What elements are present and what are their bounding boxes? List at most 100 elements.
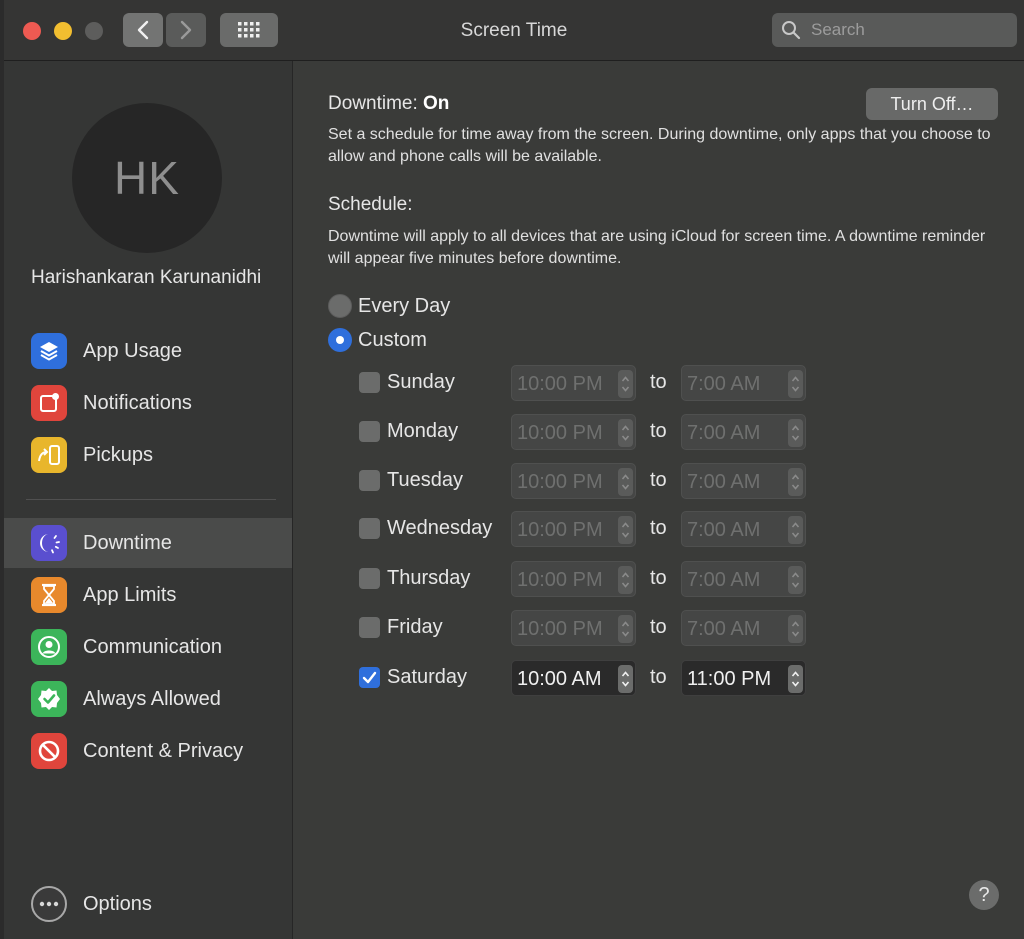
sidebar-item-app-limits[interactable]: App Limits (4, 570, 292, 620)
end-time-stepper[interactable] (788, 566, 803, 594)
sidebar-divider (26, 499, 276, 500)
end-time-value: 7:00 AM (687, 422, 761, 444)
help-button[interactable]: ? (969, 880, 999, 910)
to-label: to (650, 517, 667, 539)
day-label: Tuesday (387, 469, 463, 491)
start-time-field[interactable]: 10:00 PM (511, 511, 636, 547)
start-time-stepper[interactable] (618, 566, 633, 594)
day-row-tuesday: Tuesday 10:00 PM to 7:00 AM (293, 463, 1024, 499)
every-day-radio[interactable] (328, 294, 352, 318)
search-icon (782, 21, 801, 40)
start-time-value: 10:00 PM (517, 569, 603, 591)
day-label: Wednesday (387, 517, 493, 539)
end-time-stepper[interactable] (788, 665, 803, 693)
day-label: Friday (387, 616, 443, 638)
sidebar-item-notifications[interactable]: Notifications (4, 378, 292, 428)
sidebar-item-label: Content & Privacy (83, 739, 244, 762)
sidebar-item-app-usage[interactable]: App Usage (4, 326, 292, 376)
end-time-value: 7:00 AM (687, 618, 761, 640)
end-time-stepper[interactable] (788, 370, 803, 398)
back-button[interactable] (123, 13, 163, 47)
schedule-description: Downtime will apply to all devices that … (328, 228, 986, 267)
sidebar-item-label: Always Allowed (83, 687, 221, 710)
options-label: Options (83, 892, 152, 915)
day-row-saturday: Saturday 10:00 AM to 11:00 PM (293, 660, 1024, 696)
end-time-field[interactable]: 7:00 AM (681, 463, 806, 499)
start-time-value: 10:00 PM (517, 471, 603, 493)
end-time-stepper[interactable] (788, 468, 803, 496)
pickup-icon (31, 437, 67, 473)
titlebar: Screen Time (4, 0, 1024, 61)
end-time-field[interactable]: 7:00 AM (681, 414, 806, 450)
start-time-field[interactable]: 10:00 PM (511, 414, 636, 450)
end-time-field[interactable]: 11:00 PM (681, 660, 806, 696)
day-checkbox[interactable] (359, 617, 380, 638)
start-time-value: 10:00 AM (517, 668, 602, 690)
sidebar-item-label: Communication (83, 635, 222, 658)
start-time-value: 10:00 PM (517, 519, 603, 541)
end-time-field[interactable]: 7:00 AM (681, 561, 806, 597)
notification-icon (31, 385, 67, 421)
custom-radio[interactable] (328, 328, 352, 352)
sidebar-item-always-allowed[interactable]: Always Allowed (4, 674, 292, 724)
day-checkbox[interactable] (359, 372, 380, 393)
to-label: to (650, 420, 667, 442)
downtime-icon (31, 525, 67, 561)
sidebar: HK Harishankaran Karunanidhi App Usage N… (4, 61, 293, 939)
start-time-stepper[interactable] (618, 419, 633, 447)
start-time-field[interactable]: 10:00 PM (511, 561, 636, 597)
search-field[interactable] (772, 13, 1017, 47)
screen-time-window: Screen Time HK Harishankaran Karunanidhi… (4, 0, 1024, 939)
end-time-field[interactable]: 7:00 AM (681, 511, 806, 547)
minimize-window-button[interactable] (54, 22, 72, 40)
grid-icon (238, 22, 260, 38)
custom-option[interactable]: Custom (328, 327, 427, 353)
chevron-right-icon (180, 20, 192, 40)
day-checkbox[interactable] (359, 470, 380, 491)
sidebar-item-downtime[interactable]: Downtime (4, 518, 292, 568)
close-window-button[interactable] (23, 22, 41, 40)
end-time-stepper[interactable] (788, 615, 803, 643)
start-time-stepper[interactable] (618, 468, 633, 496)
end-time-field[interactable]: 7:00 AM (681, 365, 806, 401)
sidebar-item-label: App Usage (83, 339, 182, 362)
day-checkbox[interactable] (359, 518, 380, 539)
to-label: to (650, 371, 667, 393)
sidebar-item-label: App Limits (83, 583, 177, 606)
start-time-field[interactable]: 10:00 PM (511, 610, 636, 646)
sidebar-item-label: Notifications (83, 391, 192, 414)
start-time-stepper[interactable] (618, 516, 633, 544)
start-time-value: 10:00 PM (517, 373, 603, 395)
end-time-stepper[interactable] (788, 516, 803, 544)
start-time-value: 10:00 PM (517, 422, 603, 444)
start-time-field[interactable]: 10:00 PM (511, 365, 636, 401)
sidebar-item-pickups[interactable]: Pickups (4, 430, 292, 480)
start-time-value: 10:00 PM (517, 618, 603, 640)
start-time-stepper[interactable] (618, 615, 633, 643)
start-time-field[interactable]: 10:00 AM (511, 660, 636, 696)
day-label: Monday (387, 420, 459, 442)
end-time-field[interactable]: 7:00 AM (681, 610, 806, 646)
start-time-field[interactable]: 10:00 PM (511, 463, 636, 499)
day-label: Thursday (387, 567, 471, 589)
day-checkbox[interactable] (359, 568, 380, 589)
custom-label: Custom (358, 328, 427, 351)
search-input[interactable] (809, 19, 1013, 41)
forward-button[interactable] (166, 13, 206, 47)
downtime-status: On (423, 93, 450, 114)
sidebar-item-communication[interactable]: Communication (4, 622, 292, 672)
every-day-option[interactable]: Every Day (328, 293, 450, 319)
schedule-label: Schedule: (328, 194, 413, 215)
day-checkbox[interactable] (359, 421, 380, 442)
show-all-button[interactable] (220, 13, 278, 47)
start-time-stepper[interactable] (618, 665, 633, 693)
end-time-value: 7:00 AM (687, 471, 761, 493)
turn-off-button[interactable]: Turn Off… (866, 88, 998, 120)
end-time-value: 7:00 AM (687, 373, 761, 395)
sidebar-item-content-privacy[interactable]: Content & Privacy (4, 726, 292, 776)
day-checkbox[interactable] (359, 667, 380, 688)
zoom-window-button[interactable] (85, 22, 103, 40)
start-time-stepper[interactable] (618, 370, 633, 398)
options-button[interactable]: Options (4, 879, 292, 929)
end-time-stepper[interactable] (788, 419, 803, 447)
